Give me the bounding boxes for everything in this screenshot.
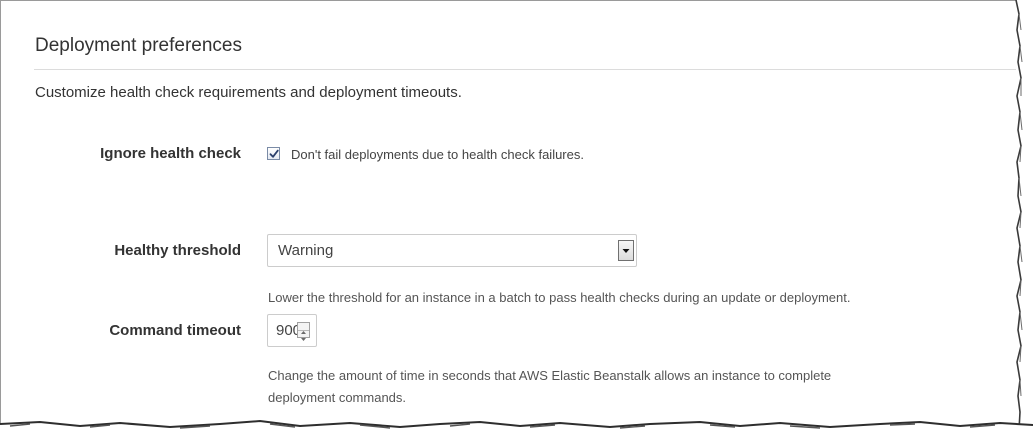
section-description: Customize health check requirements and … xyxy=(35,84,462,101)
healthy-threshold-value: Warning xyxy=(278,242,334,259)
chevron-down-icon xyxy=(622,249,630,253)
section-title: Deployment preferences xyxy=(35,35,242,56)
torn-edge-bottom xyxy=(0,419,1033,441)
dropdown-button[interactable] xyxy=(618,240,634,261)
deployment-preferences-panel: Deployment preferences Customize health … xyxy=(0,0,1016,430)
ignore-health-check-label: Ignore health check xyxy=(100,145,241,162)
chevron-down-icon xyxy=(301,338,306,341)
command-timeout-stepper[interactable]: 900 xyxy=(267,314,317,347)
ignore-health-check-checkbox[interactable] xyxy=(267,147,280,160)
torn-edge-right xyxy=(1015,0,1033,431)
divider xyxy=(34,69,1016,70)
decrement-button[interactable] xyxy=(298,330,309,341)
command-timeout-help-line-2: deployment commands. xyxy=(268,390,407,405)
healthy-threshold-select[interactable]: Warning xyxy=(267,234,637,267)
ignore-health-check-text: Don't fail deployments due to health che… xyxy=(291,147,584,162)
spinner-buttons xyxy=(297,322,310,341)
command-timeout-help-line-1: Change the amount of time in seconds tha… xyxy=(268,368,832,383)
command-timeout-label: Command timeout xyxy=(109,322,241,339)
healthy-threshold-label: Healthy threshold xyxy=(114,242,241,259)
checkmark-icon xyxy=(269,149,279,158)
healthy-threshold-help: Lower the threshold for an instance in a… xyxy=(268,290,851,305)
